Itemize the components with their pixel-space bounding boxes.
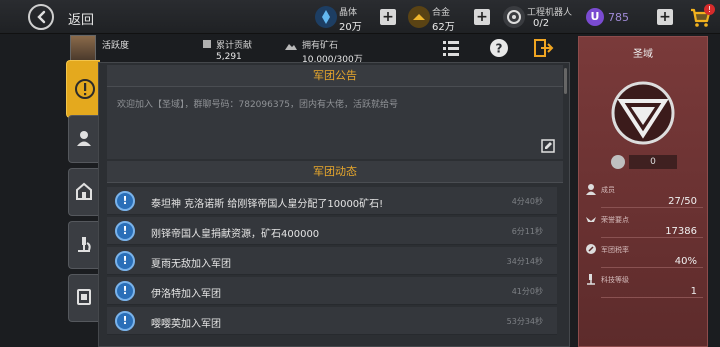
honor-label: 荣誉要点 [601,216,629,224]
event-text: 伊洛特加入军团 [151,289,221,300]
coin-icon [611,155,625,169]
top-bar: 返回 晶体 20万 + 合金 62万 + 工程机器人 0/2 U 785 + ! [0,0,720,34]
robot-label: 工程机器人 [527,8,573,18]
list-item[interactable]: ! 夏雨无敌加入军团 34分14秒 [107,247,557,275]
event-time: 4分40秒 [511,197,543,206]
dynamics-title: 军团动态 [107,161,563,183]
notice-text: 欢迎加入【圣域】，群聊号码：782096375，团内有大佬，活跃就给号 [117,100,399,110]
add-premium-button[interactable]: + [657,9,673,25]
help-icon[interactable]: ? [488,37,510,59]
robot-value: 0/2 [533,18,550,29]
alloy-label: 合金 [432,8,451,18]
tab-members[interactable] [68,115,98,163]
info-icon: ! [115,311,135,331]
chevron-left-icon [37,10,46,24]
member-icon [586,184,596,195]
robot-resource: 工程机器人 0/2 [503,3,579,31]
event-text: 嘤嘤英加入军团 [151,319,221,330]
list-item[interactable]: ! 泰坦神 克洛诺斯 给刚铎帝国人皇分配了10000矿石! 4分40秒 [107,187,557,215]
member-label: 成员 [601,186,615,194]
contribution-label: 累计贡献 [216,41,253,51]
legion-main-panel: 军团公告 欢迎加入【圣域】，群聊号码：782096375，团内有大佬，活跃就给号… [98,62,570,347]
wings-icon [586,217,596,222]
tab-research[interactable] [68,221,98,269]
ore-icon [285,44,297,50]
crystal-value: 20万 [339,22,362,33]
list-icon[interactable] [440,37,462,59]
tab-buildings[interactable] [68,168,98,216]
robot-icon [503,6,525,28]
crystal-resource: 晶体 20万 [315,3,375,33]
side-tabs [62,60,100,347]
notice-title: 军团公告 [107,65,563,87]
alloy-value: 62万 [432,22,455,33]
card-icon [77,289,91,305]
honor-value: 17386 [665,226,697,237]
tech-value: 1 [690,286,697,297]
back-button[interactable] [28,4,54,30]
add-crystal-button[interactable]: + [380,9,396,25]
tax-label: 军团税率 [601,246,629,254]
microscope-icon [587,274,595,285]
member-value: 27/50 [668,196,697,207]
legion-emblem-icon [611,81,675,145]
avatar[interactable] [70,35,96,61]
alloy-icon [408,6,430,28]
alloy-resource: 合金 62万 [408,3,468,33]
cost-value: 0 [629,155,677,169]
player-summary: 活跃度 累计贡献 5,291 拥有矿石 10,000/300万 ? [70,35,570,67]
exit-legion-icon[interactable] [532,37,554,59]
event-text: 泰坦神 克洛诺斯 给刚铎帝国人皇分配了10000矿石! [151,199,384,210]
svg-text:?: ? [496,42,503,56]
premium-currency-value: 785 [608,11,629,24]
ore-stat: 拥有矿石 10,000/300万 [302,38,363,65]
list-item[interactable]: ! 嘤嘤英加入军团 53分34秒 [107,307,557,335]
event-text: 刚铎帝国人皇捐献资源，矿石400000 [151,229,320,240]
contribution-value: 5,291 [216,52,242,62]
contribution-stat: 累计贡献 5,291 [216,38,252,62]
info-icon: ! [115,221,135,241]
contribution-icon [203,40,211,48]
legion-name: 圣域 [633,49,653,60]
notice-box: 欢迎加入【圣域】，群聊号码：782096375，团内有大佬，活跃就给号 [107,87,563,159]
event-text: 夏雨无敌加入军团 [151,259,231,270]
tab-ranking[interactable] [68,274,98,322]
alert-icon [75,79,95,99]
notice-scrollbar[interactable] [564,68,567,94]
event-time: 41分0秒 [511,287,543,296]
dynamics-list: ! 泰坦神 克洛诺斯 给刚铎帝国人皇分配了10000矿石! 4分40秒 ! 刚铎… [107,187,557,337]
microscope-icon [78,237,91,252]
event-time: 6分11秒 [511,227,543,236]
ore-label: 拥有矿石 [302,41,339,51]
info-icon: ! [115,251,135,271]
tech-label: 科技等级 [601,276,629,284]
add-alloy-button[interactable]: + [474,9,490,25]
cart-badge: ! [704,4,715,15]
event-time: 34分14秒 [506,257,543,266]
info-icon: ! [115,281,135,301]
tax-icon [586,244,596,254]
member-icon [77,131,91,146]
crystal-label: 晶体 [339,8,358,18]
list-item[interactable]: ! 刚铎帝国人皇捐献资源，矿石400000 6分11秒 [107,217,557,245]
back-label[interactable]: 返回 [68,9,94,28]
info-icon: ! [115,191,135,211]
edit-icon[interactable] [541,139,555,153]
legion-info-panel: 圣域 0 成员 27/50 荣誉要点 17386 军团税率 40% 科技等级 1 [578,36,708,347]
premium-currency-icon: U [586,8,604,26]
crystal-icon [315,6,337,28]
tax-value: 40% [674,256,697,267]
activity-label: 活跃度 [102,41,130,51]
list-item[interactable]: ! 伊洛特加入军团 41分0秒 [107,277,557,305]
building-icon [76,182,92,200]
event-time: 53分34秒 [506,317,543,326]
tab-notice[interactable] [66,60,100,118]
